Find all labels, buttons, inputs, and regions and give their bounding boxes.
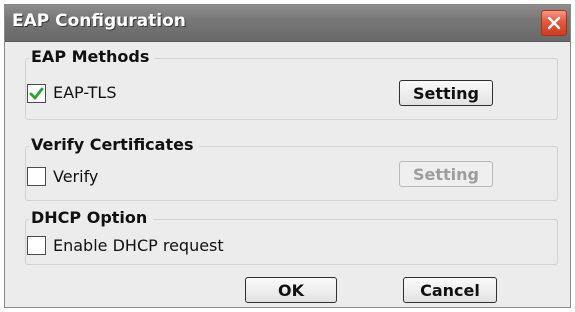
verify-checkbox[interactable] bbox=[27, 167, 46, 186]
close-icon bbox=[547, 16, 561, 30]
eap-tls-setting-button[interactable]: Setting bbox=[399, 80, 493, 106]
enable-dhcp-checkbox[interactable] bbox=[27, 236, 46, 255]
check-mark-icon bbox=[29, 87, 44, 100]
cancel-button[interactable]: Cancel bbox=[403, 277, 497, 303]
eap-tls-checkbox[interactable] bbox=[27, 84, 46, 103]
verify-label: Verify bbox=[53, 167, 99, 186]
eap-methods-group-title: EAP Methods bbox=[29, 47, 156, 66]
close-button[interactable] bbox=[541, 10, 567, 36]
dialog-title: EAP Configuration bbox=[12, 11, 186, 31]
verify-setting-button[interactable]: Setting bbox=[399, 161, 493, 187]
dhcp-option-group-title: DHCP Option bbox=[29, 208, 154, 227]
eap-tls-label: EAP-TLS bbox=[53, 83, 117, 102]
enable-dhcp-label: Enable DHCP request bbox=[53, 236, 224, 255]
ok-button[interactable]: OK bbox=[245, 277, 337, 303]
title-bar: EAP Configuration bbox=[5, 5, 570, 42]
verify-certificates-group-title: Verify Certificates bbox=[29, 135, 200, 154]
eap-configuration-dialog: EAP Configuration EAP Methods EAP-TLS Se… bbox=[4, 4, 571, 308]
